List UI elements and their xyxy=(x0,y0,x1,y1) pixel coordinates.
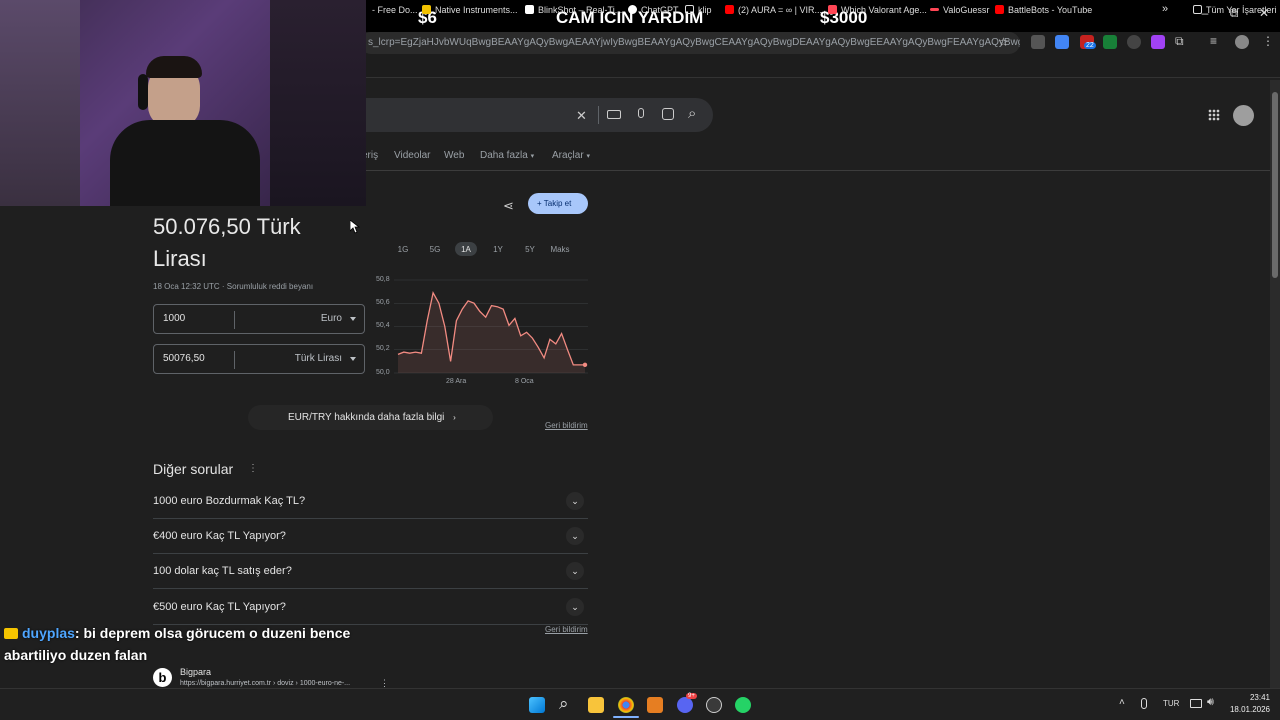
streamer-shirt xyxy=(110,120,260,206)
chevron-right-icon: › xyxy=(453,413,456,422)
question-item[interactable]: €400 euro Kaç TL Yapıyor? ⌄ xyxy=(153,519,588,554)
question-item[interactable]: €500 euro Kaç TL Yapıyor? ⌄ xyxy=(153,590,588,625)
app-icon[interactable] xyxy=(706,697,722,713)
bigpara-logo-icon: b xyxy=(153,668,172,687)
more-info-button[interactable]: EUR/TRY hakkında daha fazla bilgi › xyxy=(248,405,493,430)
volume-icon[interactable]: 🔊︎ xyxy=(1207,696,1214,709)
chat-message: duyplas: bi deprem olsa görucem o duzeni… xyxy=(4,622,364,666)
active-app-indicator xyxy=(613,716,639,718)
network-icon[interactable] xyxy=(1190,699,1202,708)
discord-badge: 9+ xyxy=(686,693,697,699)
chart-point xyxy=(582,362,588,368)
streamer-hair xyxy=(146,56,202,78)
source-url[interactable]: https://bigpara.hurriyet.com.tr › doviz … xyxy=(180,680,350,687)
chevron-down-icon: ⌄ xyxy=(566,527,584,545)
clock-date[interactable]: 18.01.2026 xyxy=(1220,705,1270,714)
fl-studio-icon[interactable] xyxy=(647,697,663,713)
chat-username: duyplas xyxy=(22,625,75,641)
chevron-down-icon: ⌄ xyxy=(566,598,584,616)
chrome-icon[interactable] xyxy=(618,697,634,713)
mouse-cursor-icon xyxy=(350,220,360,234)
language-indicator[interactable]: TUR xyxy=(1163,699,1179,708)
search-icon[interactable]: ⌕ xyxy=(559,694,569,714)
webcam-overlay xyxy=(0,0,366,206)
feedback-link[interactable]: Geri bildirim xyxy=(545,625,588,634)
headphones xyxy=(138,74,148,110)
question-item[interactable]: 100 dolar kaç TL satış eder? ⌄ xyxy=(153,554,588,589)
microphone-arm xyxy=(270,0,366,206)
crown-badge-icon xyxy=(4,628,18,639)
microphone-icon[interactable] xyxy=(1141,698,1147,709)
windows-taskbar xyxy=(0,688,1280,720)
more-options-icon[interactable]: ⋮ xyxy=(248,463,258,474)
chart-area-fill xyxy=(398,292,585,373)
clock-time[interactable]: 23:41 xyxy=(1230,693,1270,702)
chevron-down-icon: ⌄ xyxy=(566,562,584,580)
background-wall xyxy=(0,0,80,206)
whatsapp-icon[interactable] xyxy=(735,697,751,713)
discord-icon[interactable] xyxy=(677,697,693,713)
file-explorer-icon[interactable] xyxy=(588,697,604,713)
chevron-down-icon: ⌄ xyxy=(566,492,584,510)
source-name[interactable]: Bigpara xyxy=(180,667,211,677)
chevron-up-icon[interactable]: ˄ xyxy=(1119,697,1125,708)
feedback-link[interactable]: Geri bildirim xyxy=(545,421,588,430)
question-item[interactable]: 1000 euro Bozdurmak Kaç TL? ⌄ xyxy=(153,484,588,519)
other-questions-heading: Diğer sorular xyxy=(153,461,234,477)
windows-start-icon[interactable] xyxy=(529,697,545,713)
